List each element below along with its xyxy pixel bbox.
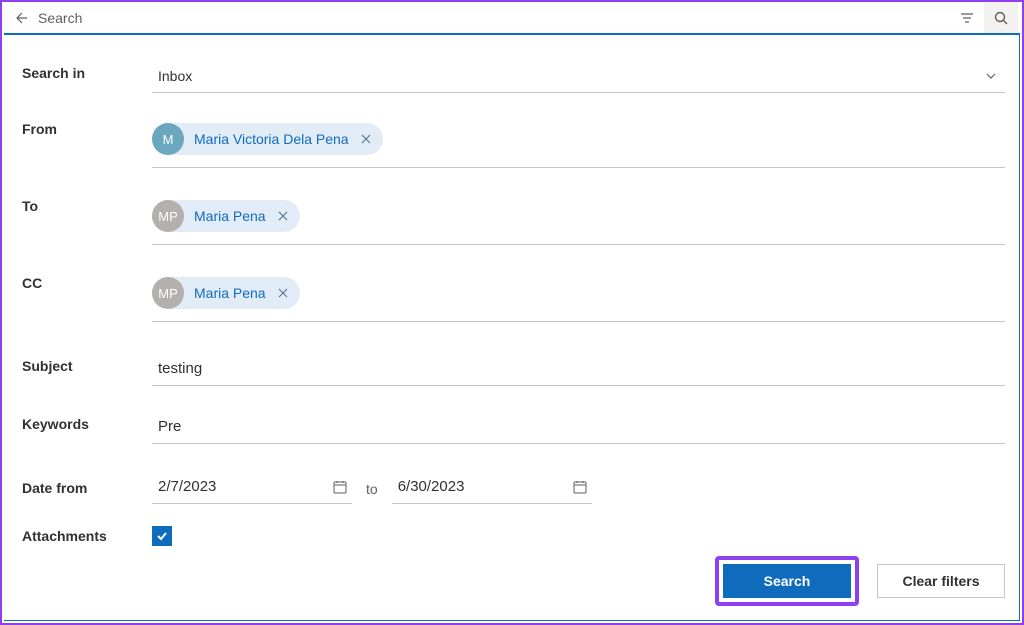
close-icon	[278, 288, 288, 298]
label-date-from: Date from	[22, 474, 152, 496]
chip-name: Maria Pena	[194, 285, 266, 301]
person-chip: M Maria Victoria Dela Pena	[152, 123, 383, 155]
label-cc: CC	[22, 269, 152, 291]
chip-name: Maria Victoria Dela Pena	[194, 131, 349, 147]
close-icon	[278, 211, 288, 221]
subject-input[interactable]	[152, 356, 1005, 381]
person-chip: MP Maria Pena	[152, 200, 300, 232]
avatar: M	[152, 123, 184, 155]
search-in-dropdown[interactable]: Inbox	[152, 59, 1005, 93]
chip-name: Maria Pena	[194, 208, 266, 224]
search-highlight: Search	[715, 556, 859, 606]
subject-field-wrap	[152, 352, 1005, 386]
row-subject: Subject	[22, 352, 1005, 386]
label-subject: Subject	[22, 352, 152, 374]
search-icon	[993, 10, 1009, 26]
row-attachments: Attachments	[22, 522, 1005, 546]
back-button[interactable]	[6, 10, 34, 26]
label-attachments: Attachments	[22, 522, 152, 544]
label-keywords: Keywords	[22, 410, 152, 432]
search-button[interactable]: Search	[723, 564, 851, 598]
filter-icon	[959, 10, 975, 26]
close-icon	[361, 134, 371, 144]
topbar: Search	[2, 2, 1022, 34]
cc-field[interactable]: MP Maria Pena	[152, 269, 1005, 322]
date-range-wrap: 2/7/2023 to 6/30/2023	[152, 474, 592, 504]
search-icon-button[interactable]	[984, 2, 1018, 33]
keywords-input[interactable]	[152, 414, 1005, 439]
clear-filters-button[interactable]: Clear filters	[877, 564, 1005, 598]
row-search-in: Search in Inbox	[22, 59, 1005, 93]
footer-actions: Search Clear filters	[715, 556, 1005, 606]
row-date: Date from 2/7/2023 to 6/30/2023	[22, 474, 1005, 504]
chip-remove[interactable]	[359, 134, 373, 144]
to-field[interactable]: MP Maria Pena	[152, 192, 1005, 245]
row-cc: CC MP Maria Pena	[22, 269, 1005, 322]
label-from: From	[22, 115, 152, 137]
chevron-down-icon	[985, 70, 997, 82]
calendar-icon[interactable]	[332, 479, 348, 495]
keywords-field-wrap	[152, 410, 1005, 444]
attachments-checkbox[interactable]	[152, 526, 172, 546]
chip-remove[interactable]	[276, 288, 290, 298]
arrow-left-icon	[12, 10, 28, 26]
search-panel: Search in Inbox From M Maria Victoria De…	[4, 33, 1020, 621]
app-frame: Search Search in Inbox From M	[0, 0, 1024, 625]
avatar: MP	[152, 277, 184, 309]
filter-button[interactable]	[950, 2, 984, 33]
label-search-in: Search in	[22, 59, 152, 81]
row-keywords: Keywords	[22, 410, 1005, 444]
row-to: To MP Maria Pena	[22, 192, 1005, 245]
label-to: To	[22, 192, 152, 214]
date-to-value: 6/30/2023	[398, 478, 465, 495]
from-field[interactable]: M Maria Victoria Dela Pena	[152, 115, 1005, 168]
date-from-value: 2/7/2023	[158, 478, 216, 495]
row-from: From M Maria Victoria Dela Pena	[22, 115, 1005, 168]
calendar-icon[interactable]	[572, 479, 588, 495]
avatar: MP	[152, 200, 184, 232]
page-title: Search	[38, 10, 82, 26]
person-chip: MP Maria Pena	[152, 277, 300, 309]
date-to-input[interactable]: 6/30/2023	[392, 474, 592, 504]
label-date-to: to	[366, 481, 378, 497]
chip-remove[interactable]	[276, 211, 290, 221]
topbar-right	[950, 2, 1018, 33]
check-icon	[155, 529, 169, 543]
search-in-value: Inbox	[152, 68, 192, 84]
attachments-checkbox-wrap	[152, 522, 172, 546]
date-from-input[interactable]: 2/7/2023	[152, 474, 352, 504]
